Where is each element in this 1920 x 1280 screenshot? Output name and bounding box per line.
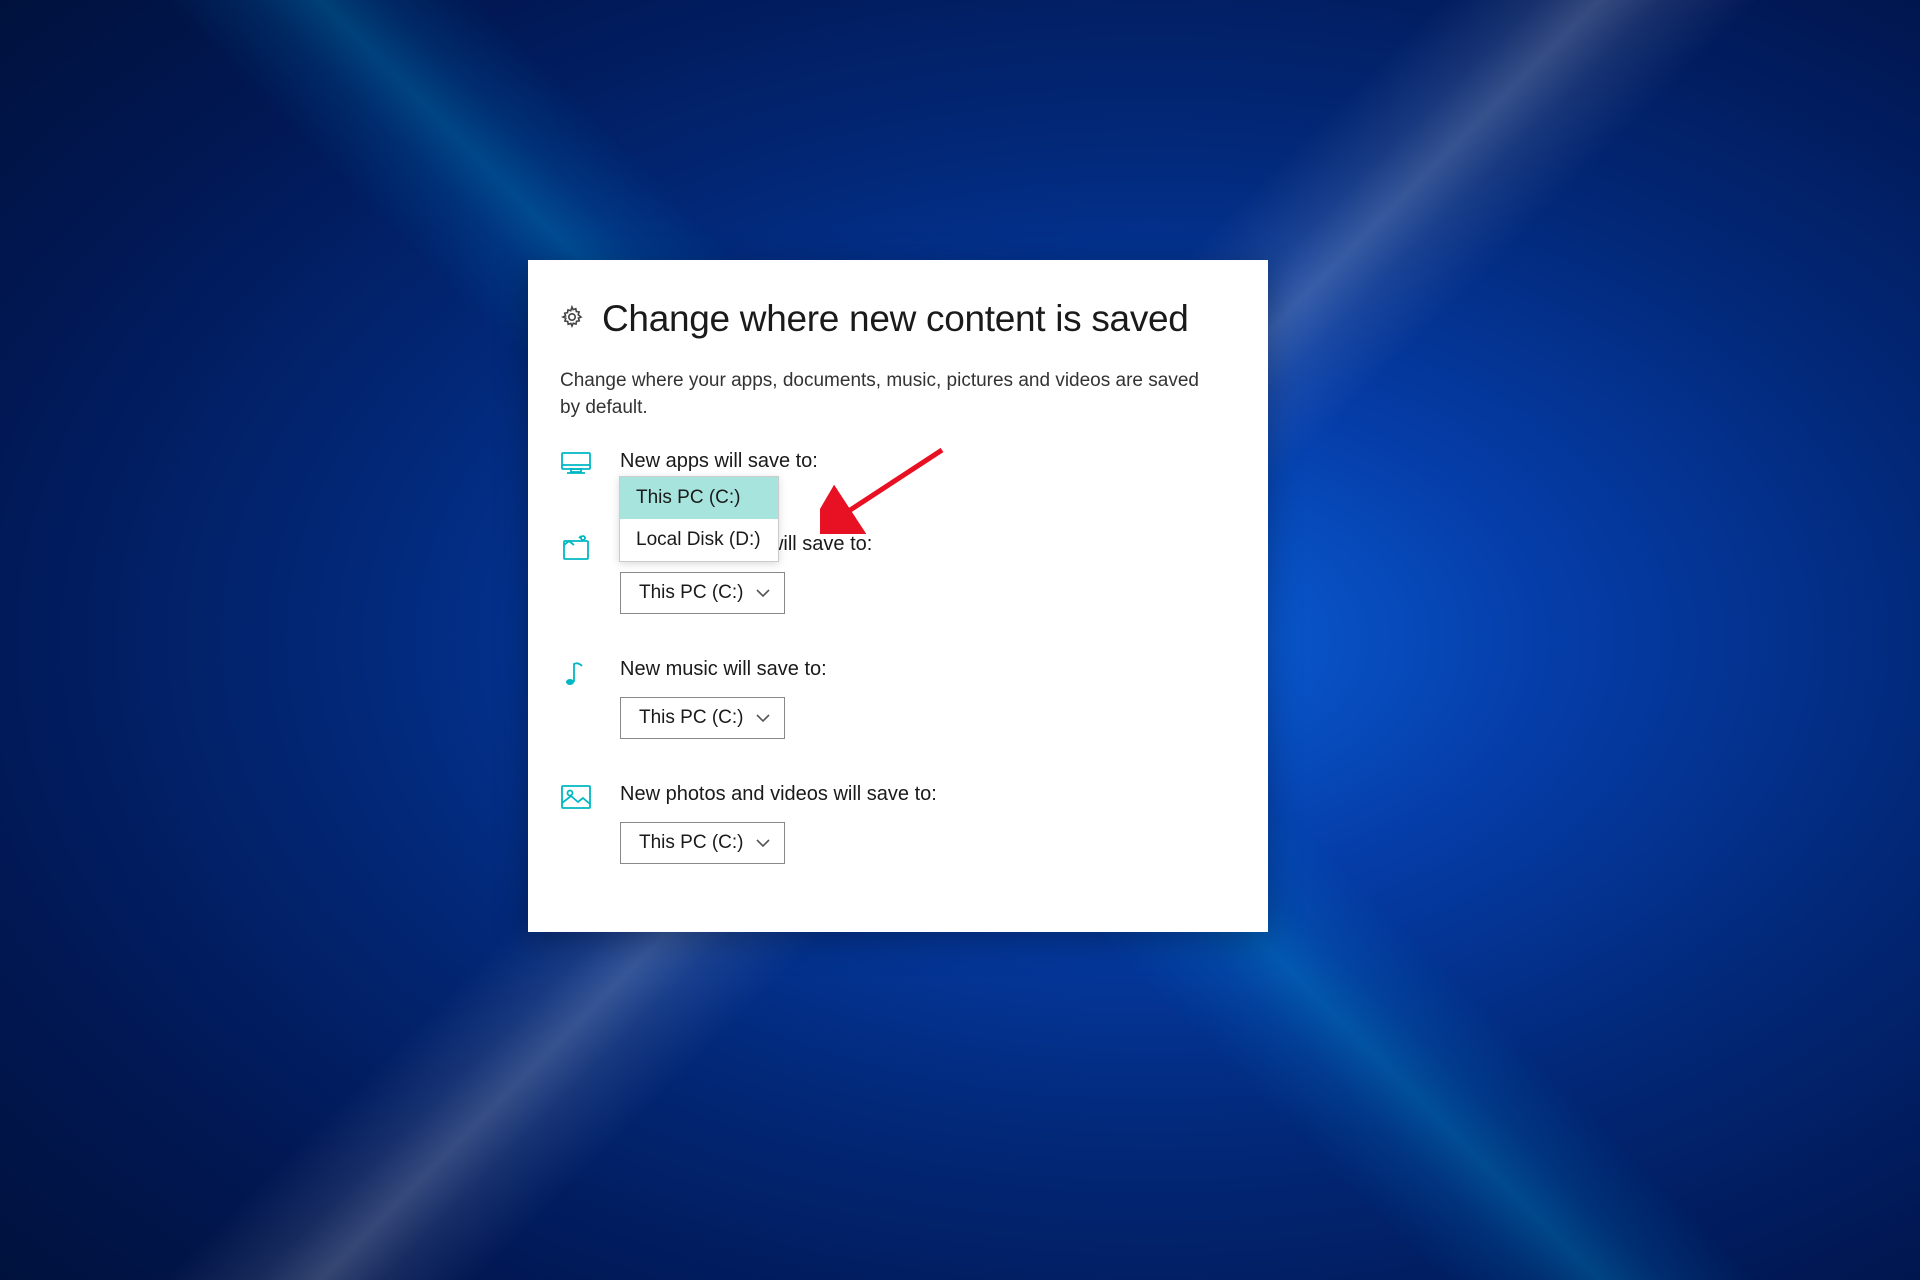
dropdown-option-local-disk-d[interactable]: Local Disk (D:): [620, 519, 778, 561]
chevron-down-icon: [756, 707, 770, 729]
photos-dropdown-value: This PC (C:): [639, 832, 744, 854]
setting-label-photos: New photos and videos will save to:: [620, 783, 1236, 806]
page-description: Change where your apps, documents, music…: [528, 340, 1268, 422]
documents-dropdown-value: This PC (C:): [639, 582, 744, 604]
music-dropdown[interactable]: This PC (C:): [620, 697, 785, 739]
chevron-down-icon: [756, 832, 770, 854]
chevron-down-icon: [756, 582, 770, 604]
setting-row-photos: New photos and videos will save to: This…: [560, 783, 1236, 864]
apps-icon: [560, 452, 592, 474]
apps-dropdown-list: This PC (C:) Local Disk (D:): [619, 476, 779, 562]
settings-window: Change where new content is saved Change…: [528, 260, 1268, 932]
photos-dropdown[interactable]: This PC (C:): [620, 822, 785, 864]
dropdown-option-this-pc[interactable]: This PC (C:): [620, 477, 778, 519]
window-header: Change where new content is saved: [528, 260, 1268, 340]
page-title: Change where new content is saved: [602, 298, 1189, 340]
documents-dropdown[interactable]: This PC (C:): [620, 572, 785, 614]
setting-label-apps: New apps will save to:: [620, 450, 1236, 473]
photos-icon: [560, 785, 592, 809]
music-icon: [560, 660, 592, 688]
documents-icon: [560, 535, 592, 561]
setting-label-music: New music will save to:: [620, 658, 1236, 681]
gear-icon: [560, 305, 584, 334]
music-dropdown-value: This PC (C:): [639, 707, 744, 729]
setting-row-apps: New apps will save to: This PC (C:) Loca…: [560, 450, 1236, 489]
settings-list: New apps will save to: This PC (C:) Loca…: [528, 422, 1268, 864]
setting-row-music: New music will save to: This PC (C:): [560, 658, 1236, 739]
